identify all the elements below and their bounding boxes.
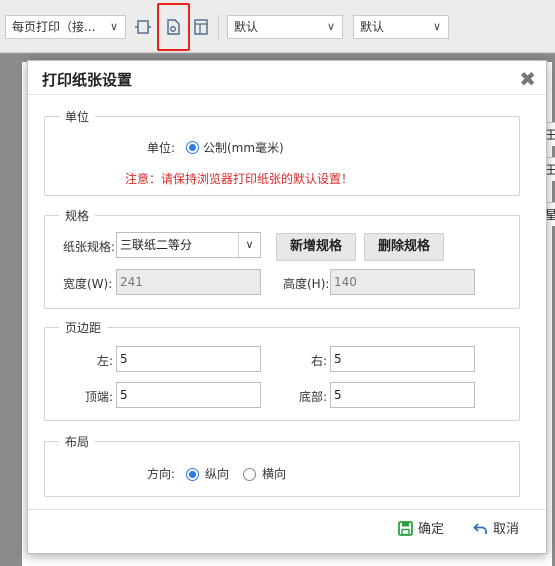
paper-spec-label: 纸张规格: bbox=[63, 240, 116, 254]
ok-button[interactable]: 确定 bbox=[398, 519, 444, 541]
page-layout-icon[interactable] bbox=[134, 18, 152, 36]
layout-fieldset: 布局 方向: 纵向 横向 bbox=[44, 433, 520, 497]
toolbar-select-3[interactable]: 默认 ∨ bbox=[353, 15, 449, 39]
paper-settings-dialog: 打印纸张设置 ✖ 单位 单位: 公制(mm毫米) 注意：请保持浏览器打印纸张的默… bbox=[27, 60, 547, 554]
margin-bottom-label: 底部: bbox=[299, 390, 328, 404]
width-label: 宽度(W): bbox=[63, 277, 113, 291]
chevron-down-icon: ∨ bbox=[326, 20, 335, 33]
direction-label: 方向: bbox=[147, 467, 176, 481]
margin-top-label: 顶端: bbox=[85, 390, 114, 404]
margin-fieldset: 页边距 左: 5 右: 5 顶端: 5 底部: 5 bbox=[44, 319, 520, 421]
margin-top-input[interactable]: 5 bbox=[116, 382, 261, 408]
margin-right-input[interactable]: 5 bbox=[330, 346, 475, 372]
paper-spec-value: 三联纸二等分 bbox=[120, 238, 193, 252]
page-margin-icon[interactable] bbox=[192, 18, 210, 36]
dialog-title: 打印纸张设置 bbox=[42, 71, 133, 89]
height-input[interactable]: 140 bbox=[330, 269, 475, 295]
spec-fieldset: 规格 纸张规格: 三联纸二等分 ∨ 新增规格 删除规格 宽度(W): 241 高… bbox=[44, 207, 520, 309]
highlight-box bbox=[157, 3, 190, 51]
margin-left-label: 左: bbox=[97, 354, 114, 368]
height-label: 高度(H): bbox=[283, 277, 330, 291]
unit-warning: 注意：请保持浏览器打印纸张的默认设置！ bbox=[125, 172, 354, 186]
toolbar-divider bbox=[218, 14, 219, 40]
landscape-radio[interactable] bbox=[243, 468, 256, 481]
undo-icon bbox=[473, 523, 487, 534]
toolbar-select-2[interactable]: 默认 ∨ bbox=[227, 15, 343, 39]
print-mode-value: 每页打印（接... bbox=[12, 20, 96, 34]
unit-legend: 单位 bbox=[59, 108, 96, 125]
margin-legend: 页边距 bbox=[59, 319, 108, 336]
unit-label: 单位: bbox=[147, 141, 176, 155]
portrait-label: 纵向 bbox=[205, 467, 230, 481]
landscape-label: 横向 bbox=[262, 467, 287, 481]
unit-metric-radio[interactable] bbox=[186, 141, 199, 154]
margin-bottom-input[interactable]: 5 bbox=[330, 382, 475, 408]
width-input[interactable]: 241 bbox=[116, 269, 261, 295]
unit-fieldset: 单位 单位: 公制(mm毫米) 注意：请保持浏览器打印纸张的默认设置！ bbox=[44, 108, 520, 196]
footer-divider bbox=[28, 509, 546, 510]
print-toolbar: 每页打印（接... ∨ 默认 ∨ 默认 ∨ bbox=[0, 0, 555, 53]
delete-spec-button[interactable]: 删除规格 bbox=[364, 233, 444, 261]
ok-label: 确定 bbox=[418, 522, 445, 537]
add-spec-button[interactable]: 新增规格 bbox=[276, 233, 356, 261]
print-mode-select[interactable]: 每页打印（接... ∨ bbox=[5, 15, 126, 39]
cancel-button[interactable]: 取消 bbox=[473, 519, 519, 541]
close-icon[interactable]: ✖ bbox=[519, 67, 536, 91]
chevron-down-icon: ∨ bbox=[238, 233, 260, 257]
portrait-radio[interactable] bbox=[186, 468, 199, 481]
unit-metric-label: 公制(mm毫米) bbox=[203, 141, 284, 155]
title-divider bbox=[28, 94, 546, 95]
paper-spec-select[interactable]: 三联纸二等分 ∨ bbox=[116, 232, 261, 258]
cancel-label: 取消 bbox=[493, 522, 520, 537]
spec-legend: 规格 bbox=[59, 207, 96, 224]
toolbar-select-2-value: 默认 bbox=[234, 20, 259, 34]
layout-legend: 布局 bbox=[59, 433, 96, 450]
margin-left-input[interactable]: 5 bbox=[116, 346, 261, 372]
chevron-down-icon: ∨ bbox=[109, 20, 118, 33]
save-icon bbox=[398, 521, 413, 536]
toolbar-select-3-value: 默认 bbox=[360, 20, 385, 34]
chevron-down-icon: ∨ bbox=[432, 20, 441, 33]
margin-right-label: 右: bbox=[311, 354, 328, 368]
